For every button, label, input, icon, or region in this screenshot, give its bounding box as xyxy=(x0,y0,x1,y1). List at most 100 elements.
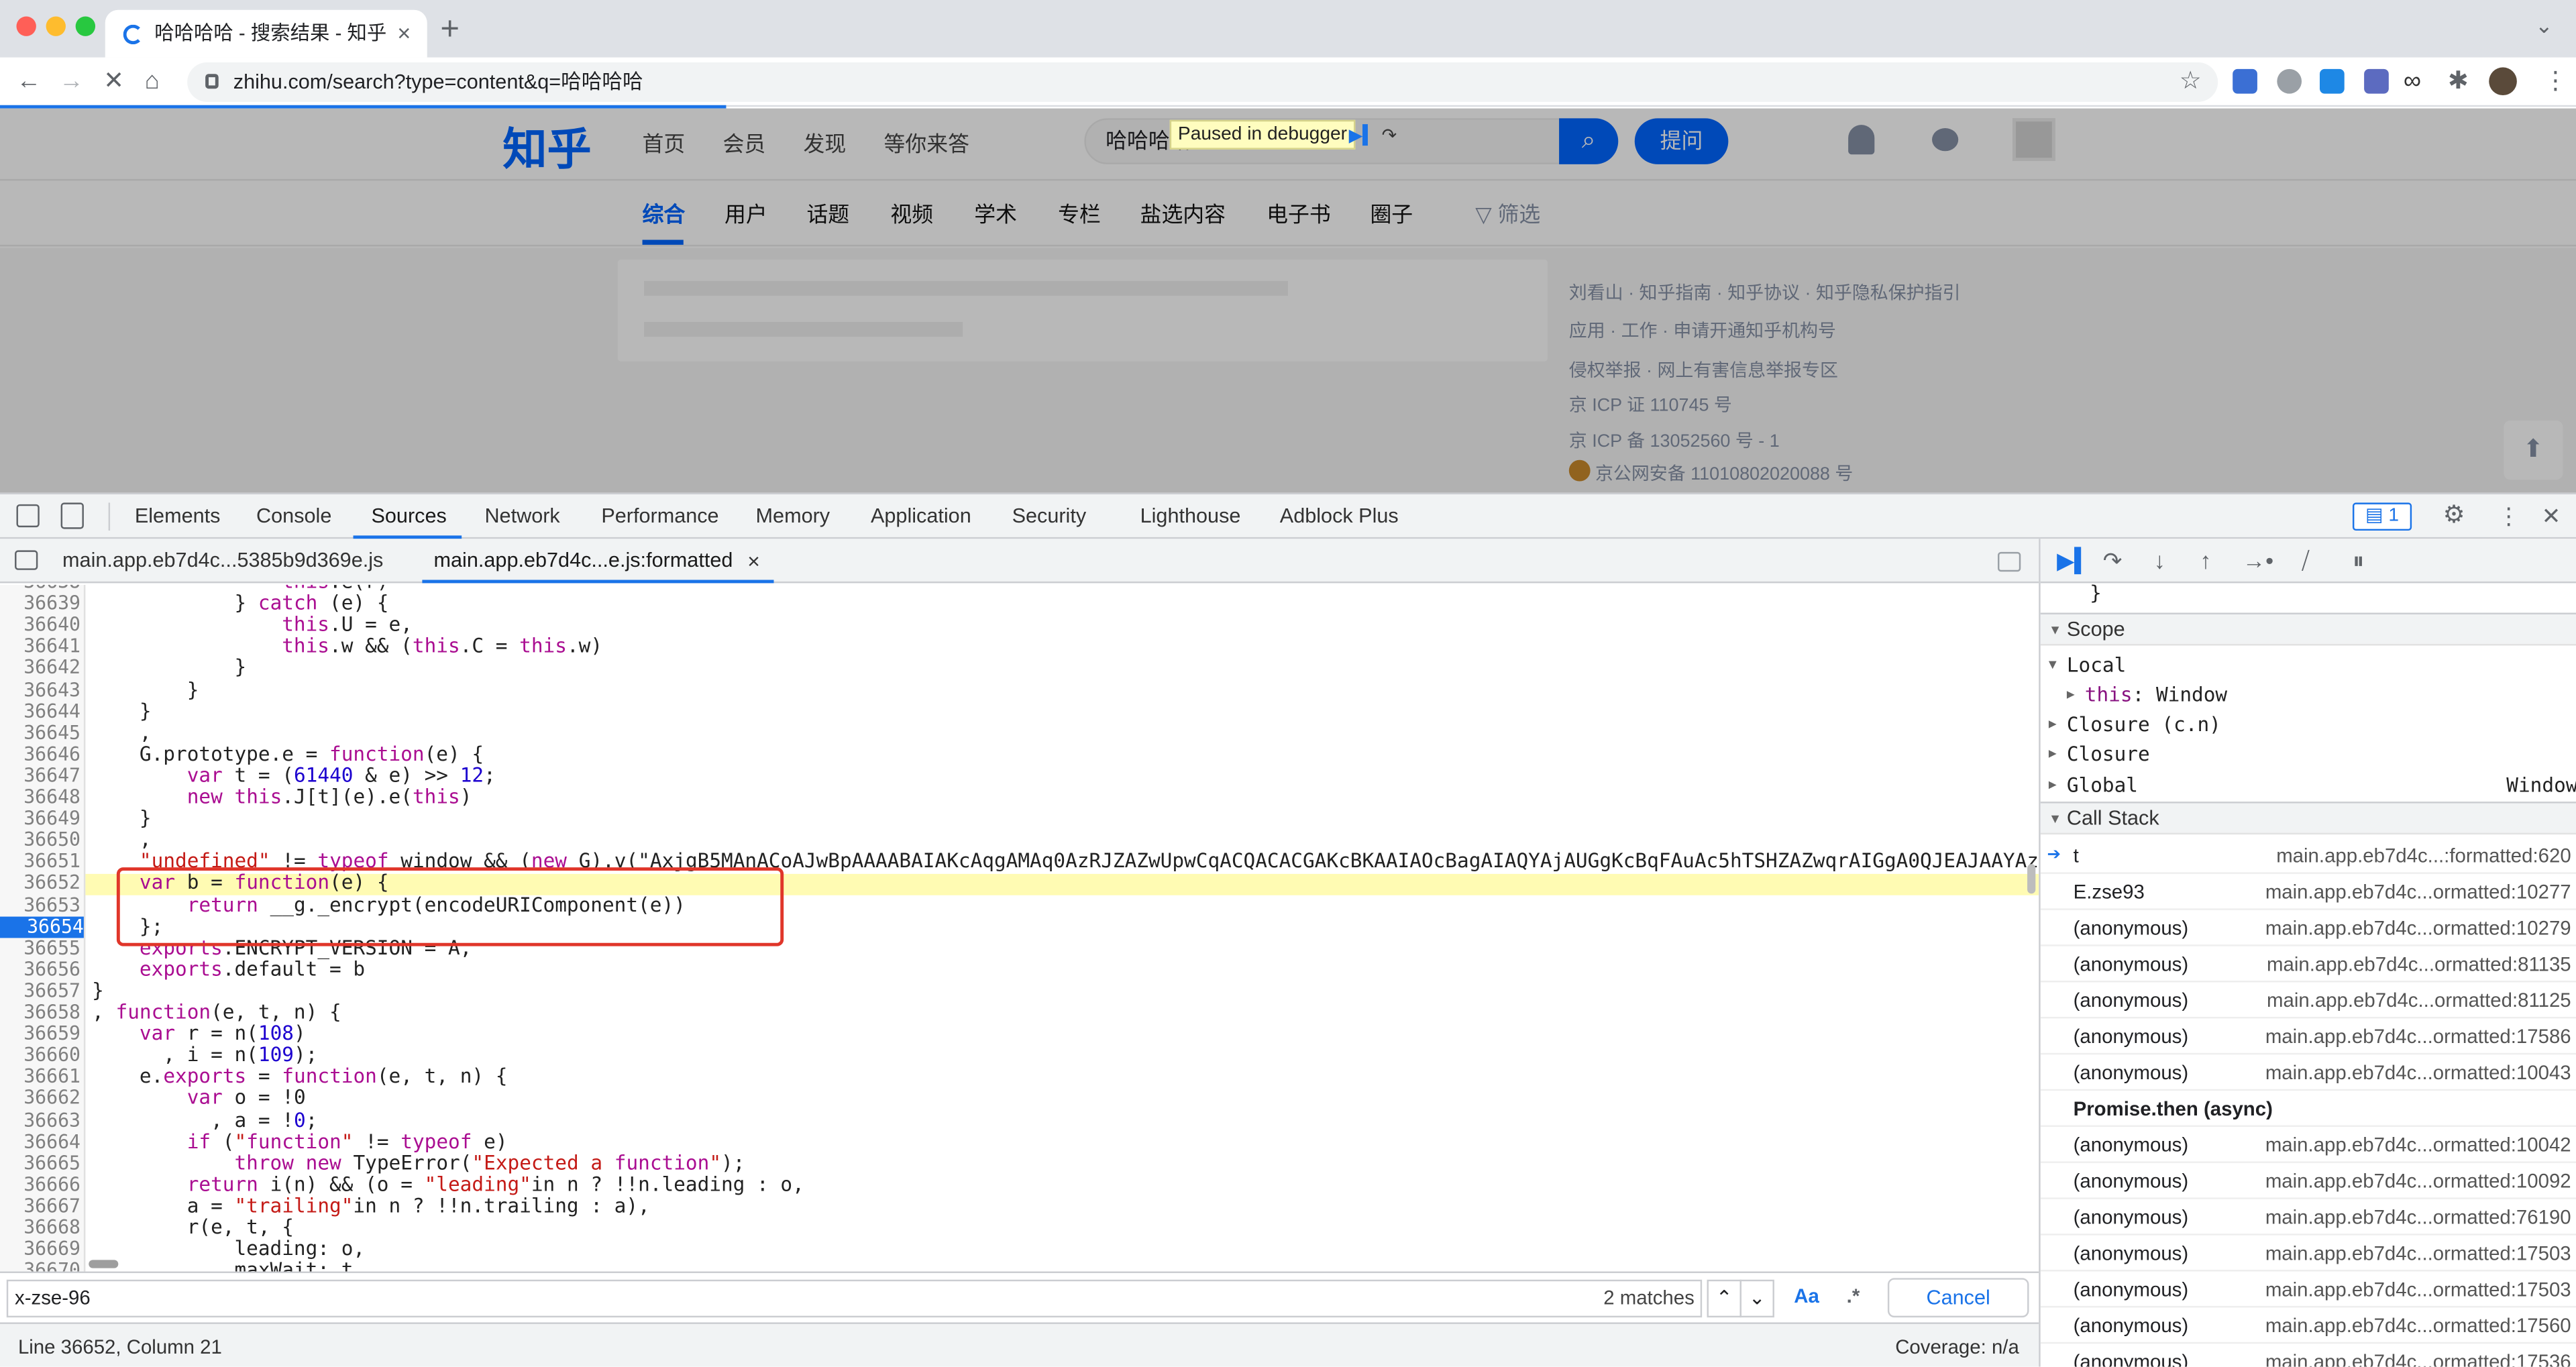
callstack-frame[interactable]: (anonymous) main.app.eb7d4c...ormatted:17… xyxy=(2040,1018,2576,1055)
new-tab-icon[interactable]: + xyxy=(440,10,460,50)
code-hscroll-thumb[interactable] xyxy=(89,1260,119,1268)
line-number[interactable]: 36668 xyxy=(0,1216,80,1239)
frame-location[interactable]: main.app.eb7d4c...ormatted:10279 xyxy=(2265,910,2571,946)
scope-local[interactable]: ▼ Local xyxy=(2049,651,2126,680)
line-number[interactable]: 36657 xyxy=(0,980,80,1002)
filter-button[interactable]: ▽ 筛选 xyxy=(1475,197,1540,229)
tab-performance[interactable]: Performance xyxy=(601,494,718,539)
toggle-debugger-sidebar-icon[interactable] xyxy=(1997,551,2021,572)
translate-extension-icon[interactable] xyxy=(2233,68,2257,94)
frame-location[interactable]: main.app.eb7d4c...ormatted:10277 xyxy=(2265,874,2571,910)
callstack-frame[interactable]: (anonymous) main.app.eb7d4c...ormatted:10… xyxy=(2040,1127,2576,1163)
minimize-window-button[interactable] xyxy=(46,16,66,36)
callstack-frame[interactable]: (anonymous) main.app.eb7d4c...ormatted:81… xyxy=(2040,946,2576,983)
callstack-frame[interactable]: (anonymous) main.app.eb7d4c...ormatted:17… xyxy=(2040,1307,2576,1344)
footer-police-record[interactable]: 京公网安备 11010802020088 号 xyxy=(1568,459,1853,486)
callstack-frame[interactable]: (anonymous) main.app.eb7d4c...ormatted:10… xyxy=(2040,1163,2576,1199)
line-number[interactable]: 36665 xyxy=(0,1152,80,1174)
scope-section-header[interactable]: ▼ Scope xyxy=(2040,612,2576,646)
frame-location[interactable]: main.app.eb7d4c...ormatted:10042 xyxy=(2265,1127,2571,1163)
tab-videos[interactable]: 视频 xyxy=(890,197,933,229)
line-number[interactable]: 36655 xyxy=(0,936,80,959)
callstack-frame[interactable]: (anonymous) main.app.eb7d4c...ormatted:10… xyxy=(2040,1054,2576,1091)
settings-gear-icon[interactable]: ⚙ xyxy=(2443,502,2465,529)
tab-circles[interactable]: 圈子 xyxy=(1370,197,1413,229)
previous-match-chevron-up-icon[interactable]: ⌃ xyxy=(1707,1279,1741,1318)
device-toolbar-icon[interactable] xyxy=(60,502,84,529)
footer-links-2[interactable]: 应用 · 工作 · 申请开通知乎机构号 xyxy=(1569,317,1836,343)
footer-icp-record[interactable]: 京 ICP 备 13052560 号 - 1 xyxy=(1569,427,1780,453)
maximize-window-button[interactable] xyxy=(75,16,96,36)
callstack-section-header[interactable]: ▼ Call Stack xyxy=(2040,802,2576,835)
line-number[interactable]: 36669 xyxy=(0,1238,80,1260)
line-number[interactable]: 36661 xyxy=(0,1066,80,1088)
line-number[interactable]: 36641 xyxy=(0,635,80,657)
tab-network[interactable]: Network xyxy=(484,494,559,539)
tab-columns[interactable]: 专栏 xyxy=(1058,197,1101,229)
search-query-input[interactable]: x-zse-96 xyxy=(6,1279,1703,1318)
frame-location[interactable]: main.app.eb7d4c...ormatted:81125 xyxy=(2267,983,2571,1019)
line-number[interactable]: 36667 xyxy=(0,1195,80,1217)
line-number[interactable]: 36659 xyxy=(0,1023,80,1045)
tab-topics[interactable]: 话题 xyxy=(806,197,849,229)
callstack-frame[interactable]: (anonymous) main.app.eb7d4c...ormatted:81… xyxy=(2040,983,2576,1019)
frame-location[interactable]: main.app.eb7d4c...ormatted:10043 xyxy=(2265,1054,2571,1091)
pause-on-exceptions-icon[interactable]: ⏸ xyxy=(2353,547,2364,573)
step-icon[interactable]: →• xyxy=(2243,547,2273,573)
line-number[interactable]: 36660 xyxy=(0,1044,80,1067)
footer-links-1[interactable]: 刘看山 · 知乎指南 · 知乎协议 · 知乎隐私保护指引 xyxy=(1569,279,1961,305)
code-scroll-thumb[interactable] xyxy=(2027,864,2036,894)
home-icon[interactable]: ⌂ xyxy=(145,66,160,99)
bookmark-star-icon[interactable]: ☆ xyxy=(2180,62,2202,102)
callstack-frame[interactable]: (anonymous) main.app.eb7d4c...ormatted:76… xyxy=(2040,1199,2576,1236)
close-devtools-icon[interactable]: ✕ xyxy=(2542,502,2561,529)
line-number[interactable]: 36644 xyxy=(0,700,80,722)
nav-vip[interactable]: 会员 xyxy=(723,127,766,158)
tab-salt-content[interactable]: 盐选内容 xyxy=(1140,197,1226,229)
close-window-button[interactable] xyxy=(16,16,36,36)
nav-discover[interactable]: 发现 xyxy=(804,127,847,158)
callstack-frame[interactable]: (anonymous) main.app.eb7d4c...ormatted:17… xyxy=(2040,1272,2576,1308)
close-tab-icon[interactable]: × xyxy=(397,10,411,58)
scope-closure-cn[interactable]: ▶ Closure (c.n) xyxy=(2049,710,2221,739)
search-button[interactable]: ⌕ xyxy=(1559,118,1619,164)
back-arrow-icon[interactable]: ← xyxy=(16,66,41,99)
resume-script-icon[interactable]: ▶▍ xyxy=(2057,547,2092,573)
frame-location[interactable]: main.app.eb7d4c...ormatted:17536 xyxy=(2265,1344,2571,1366)
resume-icon[interactable]: ▶▍ xyxy=(1349,123,1377,150)
line-number[interactable]: 36643 xyxy=(0,678,80,701)
callstack-frame[interactable]: (anonymous) main.app.eb7d4c...ormatted:17… xyxy=(2041,1344,2576,1366)
cancel-search-button[interactable]: Cancel xyxy=(1887,1278,2029,1318)
tab-general[interactable]: 综合 xyxy=(643,197,686,229)
step-into-icon[interactable]: ↓ xyxy=(2154,547,2165,573)
line-number[interactable]: 36647 xyxy=(0,765,80,787)
line-number[interactable]: 36649 xyxy=(0,808,80,830)
line-number[interactable]: 36664 xyxy=(0,1130,80,1152)
callstack-frame[interactable]: (anonymous) main.app.eb7d4c...ormatted:10… xyxy=(2040,910,2576,946)
line-number[interactable]: 36663 xyxy=(0,1109,80,1131)
toggle-navigator-icon[interactable] xyxy=(15,550,38,570)
scope-this[interactable]: ▶ this: Window xyxy=(2067,680,2227,710)
nav-waiting-answer[interactable]: 等你来答 xyxy=(884,127,969,158)
step-out-icon[interactable]: ↑ xyxy=(2200,547,2211,573)
line-number[interactable]: 36645 xyxy=(0,722,80,744)
tab-application[interactable]: Application xyxy=(871,494,971,539)
tab-users[interactable]: 用户 xyxy=(724,197,767,229)
callstack-frame[interactable]: (anonymous) main.app.eb7d4c...ormatted:17… xyxy=(2040,1236,2576,1272)
nav-home[interactable]: 首页 xyxy=(643,127,686,158)
notification-bell-icon[interactable] xyxy=(1848,125,1875,155)
footer-links-3[interactable]: 侵权举报 · 网上有害信息举报专区 xyxy=(1569,356,1838,382)
line-number[interactable]: 36648 xyxy=(0,786,80,808)
tab-memory[interactable]: Memory xyxy=(756,494,830,539)
s-extension-icon[interactable] xyxy=(2319,68,2345,94)
line-number[interactable]: 36640 xyxy=(0,614,80,636)
infinity-extension-icon[interactable]: ∞ xyxy=(2404,66,2421,99)
browser-tab[interactable]: 哈哈哈哈 - 搜索结果 - 知乎 × xyxy=(105,9,427,58)
issues-badge[interactable]: ▤ 1 xyxy=(2352,502,2412,531)
frame-location[interactable]: main.app.eb7d4c...:formatted:620 xyxy=(2276,838,2571,874)
tab-console[interactable]: Console xyxy=(256,494,331,539)
file-tab-formatted[interactable]: main.app.eb7d4c...e.js:formatted xyxy=(434,539,733,583)
regex-toggle[interactable]: .* xyxy=(1847,1284,1860,1307)
close-file-tab-icon[interactable]: × xyxy=(747,539,760,583)
adblock-extension-icon[interactable] xyxy=(2277,68,2302,94)
